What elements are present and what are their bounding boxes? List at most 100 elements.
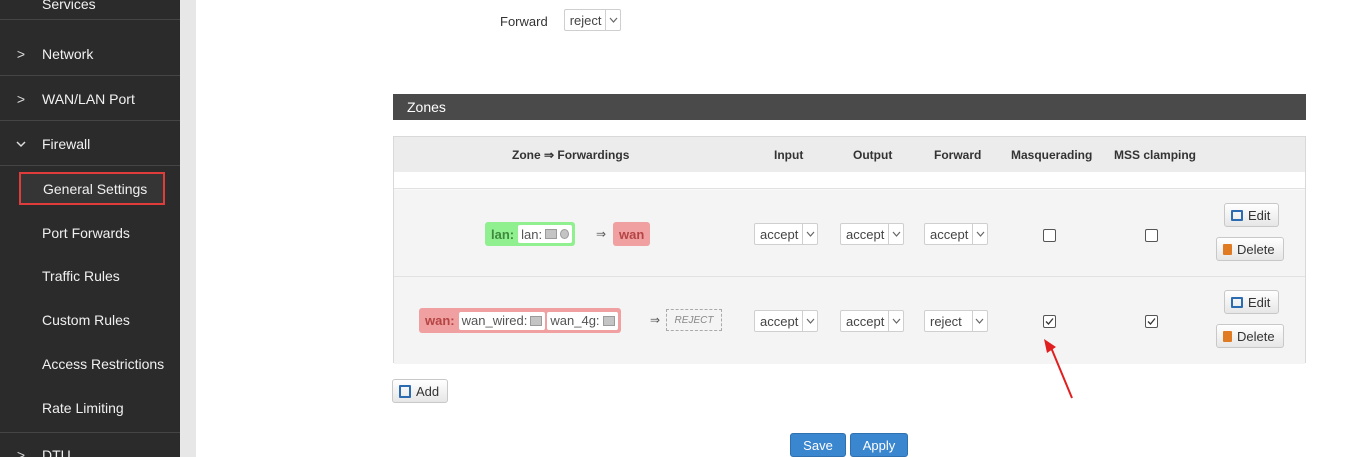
button-label: Add xyxy=(416,383,440,399)
sidebar: Services > Network > WAN/LAN Port Firewa… xyxy=(0,0,180,457)
interface-icon xyxy=(602,315,615,326)
table-row: wan: wan_wired: wan_4g: ⇒ REJECT accept … xyxy=(394,277,1305,364)
column-header-output: Output xyxy=(853,148,893,162)
sidebar-item-label: Services xyxy=(42,0,96,12)
delete-button[interactable]: Delete xyxy=(1216,237,1284,261)
forward-arrow: ⇒ xyxy=(596,227,607,241)
mss-clamping-checkbox[interactable] xyxy=(1145,315,1158,328)
chevron-right-icon: > xyxy=(16,90,26,107)
zones-table-header: Zone ⇒ Forwardings Input Output Forward … xyxy=(394,137,1305,172)
column-header-masquerading: Masquerading xyxy=(1011,148,1093,162)
sidebar-item-label: Firewall xyxy=(42,135,91,152)
interface-icon xyxy=(560,229,570,239)
network-name: wan_wired: xyxy=(461,313,528,328)
edit-button[interactable]: Edit xyxy=(1224,290,1280,314)
button-label: Delete xyxy=(1237,241,1275,257)
chevron-down-icon xyxy=(972,224,987,244)
sidebar-item-label: Network xyxy=(42,45,94,62)
network-badge: wan_wired: xyxy=(458,311,546,330)
sidebar-subitem-label: General Settings xyxy=(43,180,148,197)
chevron-down-icon xyxy=(971,311,987,331)
network-name: lan: xyxy=(521,226,543,242)
select-value: accept xyxy=(930,226,969,242)
column-header-mss-clamping: MSS clamping xyxy=(1114,148,1197,162)
select-value: accept xyxy=(846,226,885,242)
chevron-down-icon xyxy=(605,10,620,30)
sidebar-item-wan-lan-port[interactable]: > WAN/LAN Port xyxy=(0,77,180,121)
column-header-input: Input xyxy=(774,148,804,162)
chevron-down-icon xyxy=(888,311,903,331)
interface-icon xyxy=(530,315,543,326)
sidebar-subitem-general-settings[interactable]: General Settings xyxy=(19,172,165,205)
network-name: wan_4g: xyxy=(550,313,600,328)
sidebar-subitem-label: Port Forwards xyxy=(42,225,130,241)
network-badge: lan: xyxy=(518,225,573,243)
zones-section-title: Zones xyxy=(393,94,1306,120)
select-value: reject xyxy=(930,313,962,329)
sidebar-subitem-label: Rate Limiting xyxy=(42,400,124,416)
zone-name: wan: xyxy=(425,313,455,328)
zones-table: Zone ⇒ Forwardings Input Output Forward … xyxy=(393,136,1306,364)
edit-button[interactable]: Edit xyxy=(1224,203,1280,227)
sidebar-subitem-label: Access Restrictions xyxy=(42,356,165,372)
forward-select[interactable]: reject xyxy=(563,9,622,31)
sidebar-subitem-label: Custom Rules xyxy=(42,312,130,328)
save-button[interactable]: Save xyxy=(790,433,846,457)
trash-icon xyxy=(1223,330,1232,342)
select-value: accept xyxy=(760,313,799,329)
delete-button[interactable]: Delete xyxy=(1216,324,1284,348)
chevron-down-icon xyxy=(802,311,817,331)
chevron-right-icon: > xyxy=(16,45,26,62)
sidebar-divider xyxy=(180,0,196,457)
annotation-arrow-icon xyxy=(1044,339,1073,399)
button-label: Edit xyxy=(1248,294,1271,310)
forward-select[interactable]: accept xyxy=(924,223,989,245)
column-header-zone: Zone ⇒ Forwardings xyxy=(512,148,630,162)
button-label: Delete xyxy=(1237,328,1275,344)
masquerading-checkbox[interactable] xyxy=(1043,229,1056,242)
sidebar-item-dtu[interactable]: > DTU xyxy=(0,432,180,457)
apply-button[interactable]: Apply xyxy=(850,433,908,457)
sidebar-item-firewall[interactable]: Firewall xyxy=(0,122,180,166)
mss-clamping-checkbox[interactable] xyxy=(1145,229,1158,242)
table-spacer xyxy=(394,172,1305,189)
select-value: reject xyxy=(569,12,602,28)
button-label: Edit xyxy=(1248,207,1271,223)
add-icon xyxy=(399,384,411,398)
sidebar-item-label: DTU xyxy=(42,446,71,457)
column-header-forward: Forward xyxy=(934,148,982,162)
forward-select[interactable]: reject xyxy=(924,310,988,332)
zone-name: lan: xyxy=(491,226,515,242)
sidebar-subitem-rate-limiting[interactable]: Rate Limiting xyxy=(0,386,180,430)
sidebar-item-label: WAN/LAN Port xyxy=(42,90,135,107)
chevron-down-icon xyxy=(0,140,42,148)
forward-arrow: ⇒ xyxy=(650,313,661,327)
edit-icon xyxy=(1231,296,1243,308)
masquerading-checkbox[interactable] xyxy=(1043,315,1056,328)
interface-icon xyxy=(545,229,558,239)
input-select[interactable]: accept xyxy=(754,223,819,245)
defaults-forward-row: Forward reject xyxy=(500,9,622,31)
input-select[interactable]: accept xyxy=(754,310,819,332)
reject-target: REJECT xyxy=(666,309,722,331)
sidebar-subitem-traffic-rules[interactable]: Traffic Rules xyxy=(0,254,180,298)
sidebar-subitem-port-forwards[interactable]: Port Forwards xyxy=(0,211,180,255)
add-zone-button[interactable]: Add xyxy=(392,379,449,403)
zone-badge-wan[interactable]: wan: wan_wired: wan_4g: xyxy=(419,308,621,333)
chevron-down-icon xyxy=(888,224,903,244)
chevron-down-icon xyxy=(802,224,817,244)
network-badge: wan_4g: xyxy=(547,311,618,330)
output-select[interactable]: accept xyxy=(840,310,905,332)
sidebar-item-services[interactable]: Services xyxy=(0,0,180,20)
zone-badge-lan[interactable]: lan: lan: xyxy=(485,222,576,246)
edit-icon xyxy=(1231,209,1243,221)
output-select[interactable]: accept xyxy=(840,223,905,245)
sidebar-subitem-custom-rules[interactable]: Custom Rules xyxy=(0,298,180,342)
sidebar-subitem-access-restrictions[interactable]: Access Restrictions xyxy=(0,342,180,386)
sidebar-subitem-label: Traffic Rules xyxy=(42,268,120,284)
chevron-right-icon: > xyxy=(16,446,26,457)
table-row: lan: lan: ⇒ wan accept accept accept Edi… xyxy=(394,190,1305,277)
zone-badge-wan[interactable]: wan xyxy=(613,222,651,246)
sidebar-item-network[interactable]: > Network xyxy=(0,32,180,76)
forward-label: Forward xyxy=(500,14,548,29)
